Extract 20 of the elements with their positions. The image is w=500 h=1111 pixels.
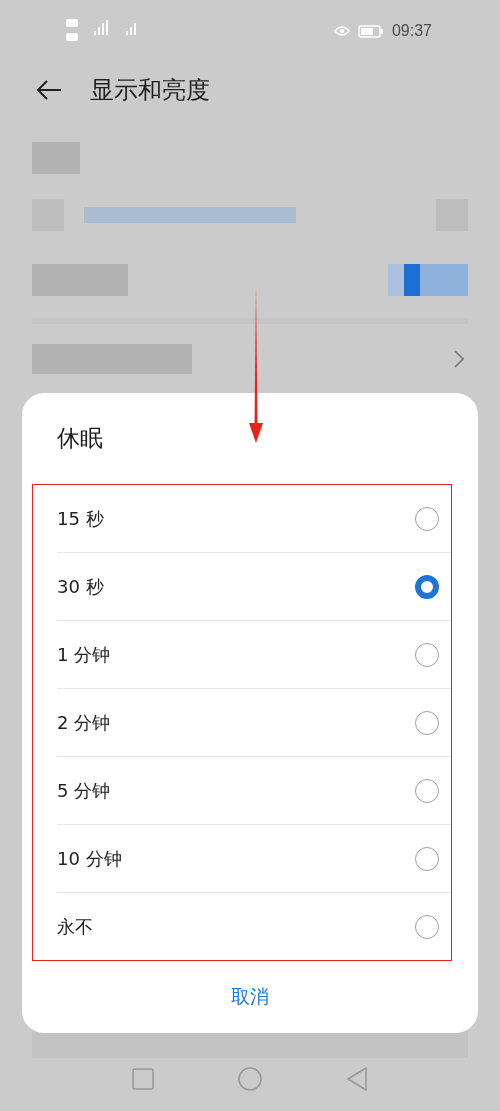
option-label[interactable]: 30 秒 [57, 574, 104, 599]
page-title: 显示和亮度 [90, 75, 210, 106]
eye-icon [333, 25, 350, 37]
pixelated-block [32, 142, 80, 174]
dialog-title: 休眠 [56, 424, 104, 453]
status-time: 09:37 [391, 22, 432, 40]
home-icon[interactable] [238, 1067, 262, 1091]
recent-apps-icon[interactable] [132, 1068, 154, 1090]
option-label[interactable]: 5 分钟 [57, 778, 111, 803]
option-label[interactable]: 2 分钟 [57, 710, 111, 735]
cancel-button[interactable]: 取消 [211, 961, 289, 1033]
option-label[interactable]: 1 分钟 [57, 642, 111, 667]
back-arrow-icon[interactable] [36, 79, 62, 101]
back-icon[interactable] [346, 1067, 368, 1091]
radio-button[interactable] [415, 574, 439, 599]
option-label[interactable]: 10 分钟 [57, 846, 122, 871]
option-label[interactable]: 15 秒 [57, 506, 104, 531]
chevron-right-icon [454, 350, 464, 368]
option-label[interactable]: 永不 [57, 914, 93, 939]
battery-icon [357, 24, 384, 38]
